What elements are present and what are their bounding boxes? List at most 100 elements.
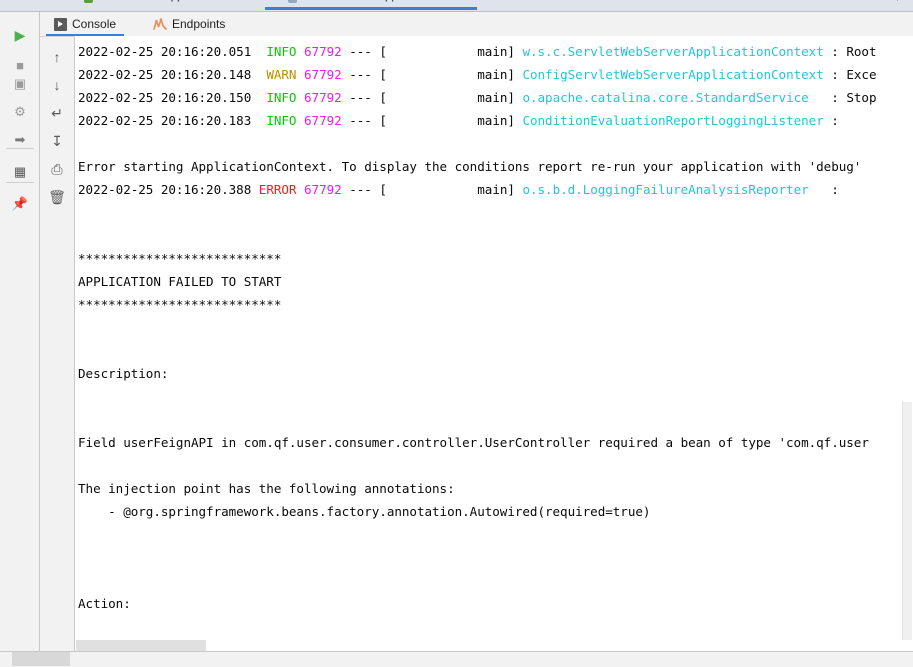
ide-run-window: Run: UserProviderApplication × UserConsu… [0, 0, 913, 667]
log-level: WARN [258, 66, 297, 82]
log-timestamp: 2022-02-25 20:16:20.150 [78, 89, 259, 105]
log-message: : Stop [808, 89, 877, 105]
log-sep: --- [ [341, 112, 387, 128]
pin-icon[interactable]: ⚑ [895, 0, 905, 4]
log-level: INFO [258, 43, 297, 59]
console-line: Field userFeignAPI in com.qf.user.consum… [78, 431, 876, 454]
camera-icon: ▣ [13, 75, 27, 91]
console-plain-text: APPLICATION FAILED TO START [78, 273, 282, 289]
log-gap [296, 182, 304, 197]
tab-user-provider-application[interactable]: UserProviderApplication [96, 0, 219, 2]
log-timestamp: 2022-02-25 20:16:20.051 [78, 43, 259, 59]
vertical-scrollbar-thumb[interactable] [902, 402, 912, 652]
trash-icon: 🗑 [48, 189, 66, 205]
log-thread: main] [386, 181, 523, 197]
screenshot-button[interactable]: ▣ [9, 72, 31, 94]
console-line: 2022-02-25 20:16:20.051 INFO 67792 --- [… [78, 40, 877, 63]
soft-wrap-icon: ↵ [51, 105, 63, 121]
log-logger: ConditionEvaluationReportLoggingListener [522, 112, 824, 128]
console-plain-text: Action: [78, 595, 131, 611]
tab-user-consumer-application[interactable]: UserConsumerApplication [300, 0, 434, 2]
endpoints-icon [153, 17, 167, 31]
console-line: *************************** [78, 293, 876, 316]
tab-console[interactable]: Console [46, 12, 125, 36]
log-sep: --- [ [341, 66, 387, 82]
console-line: - @org.springframework.beans.factory.ann… [78, 500, 876, 523]
toolbar-divider [6, 182, 34, 183]
login-arrow-icon: ➡ [14, 131, 26, 147]
rerun-button[interactable]: ▶ [9, 24, 31, 46]
log-gap [296, 113, 304, 128]
console-line: *************************** [78, 247, 876, 270]
log-thread: main] [386, 66, 523, 82]
log-logger: w.s.c.ServletWebServerApplicationContext [522, 43, 824, 59]
pin-tab-button[interactable]: 📌 [9, 192, 31, 214]
tab-endpoints[interactable]: Endpoints [145, 12, 233, 36]
layout-button[interactable]: ▦ [9, 160, 31, 182]
log-thread: main] [386, 112, 523, 128]
log-message: : Exce [823, 66, 877, 82]
run-actions-toolbar: ▶ ■ ▣ ⚙ ➡ ▦ 📌 [0, 12, 40, 652]
restart-debug-button[interactable]: ⚙ [9, 100, 31, 122]
log-gap [296, 90, 304, 105]
printer-icon: ⎙ [51, 161, 63, 177]
console-actions-toolbar: ↑ ↓ ↵ ↧ ⎙ 🗑 [40, 36, 75, 652]
status-bar-chip[interactable] [12, 652, 70, 666]
log-sep: --- [ [341, 89, 387, 105]
log-thread: main] [386, 43, 523, 59]
console-plain-text: Error starting ApplicationContext. To di… [78, 158, 862, 174]
close-icon[interactable]: × [458, 0, 463, 3]
print-button[interactable]: ⎙ [46, 158, 68, 180]
log-message: : Root [823, 43, 877, 59]
console-line: APPLICATION FAILED TO START [78, 270, 876, 293]
scroll-down-button[interactable]: ↓ [46, 74, 68, 96]
console-line: 2022-02-25 20:16:20.183 INFO 67792 --- [… [78, 109, 876, 132]
log-pid: 67792 [304, 89, 342, 105]
open-console-button[interactable]: ➡ [9, 128, 31, 150]
log-pid: 67792 [304, 181, 342, 197]
console-log-text[interactable]: 2022-02-25 20:16:20.051 INFO 67792 --- [… [78, 40, 877, 652]
log-logger: ConfigServletWebServerApplicationContext [522, 66, 824, 82]
horizontal-scrollbar-thumb[interactable] [76, 640, 206, 651]
console-panel-tabbar: Console Endpoints [40, 12, 913, 37]
log-sep: --- [ [341, 43, 387, 59]
console-line: Description: [78, 362, 876, 385]
log-sep: --- [ [341, 181, 387, 197]
log-pid: 67792 [304, 43, 342, 59]
console-line: Error starting ApplicationContext. To di… [78, 155, 876, 178]
console-output-area[interactable]: 2022-02-25 20:16:20.051 INFO 67792 --- [… [75, 36, 913, 652]
arrow-down-icon: ↓ [53, 77, 61, 93]
active-tab-underline [265, 7, 477, 10]
log-pid: 67792 [304, 112, 342, 128]
soft-wrap-button[interactable]: ↵ [46, 102, 68, 124]
close-icon[interactable]: × [252, 0, 257, 3]
console-plain-text: The injection point has the following an… [78, 480, 455, 496]
clear-all-button[interactable]: 🗑 [46, 186, 68, 208]
vertical-scrollbar[interactable] [902, 72, 913, 652]
run-tool-window-label: Run: [4, 0, 28, 2]
stop-icon: ■ [16, 57, 24, 73]
log-logger: o.s.b.d.LoggingFailureAnalysisReporter [522, 181, 809, 197]
run-tab-strip: Run: UserProviderApplication × UserConsu… [0, 0, 913, 12]
toolbar-divider [6, 148, 34, 149]
log-gap [296, 67, 304, 82]
tab-console-label: Console [72, 17, 117, 31]
scroll-up-button[interactable]: ↑ [46, 46, 68, 68]
log-level: ERROR [258, 181, 297, 197]
debug-restart-icon: ⚙ [14, 103, 26, 119]
status-bar [0, 651, 913, 667]
scroll-to-end-button[interactable]: ↧ [46, 130, 68, 152]
provider-run-status-icon [84, 0, 93, 3]
log-logger: o.apache.catalina.core.StandardService [522, 89, 809, 105]
console-line: 2022-02-25 20:16:20.150 INFO 67792 --- [… [78, 86, 877, 109]
log-pid: 67792 [304, 66, 342, 82]
scroll-to-end-icon: ↧ [51, 133, 63, 149]
